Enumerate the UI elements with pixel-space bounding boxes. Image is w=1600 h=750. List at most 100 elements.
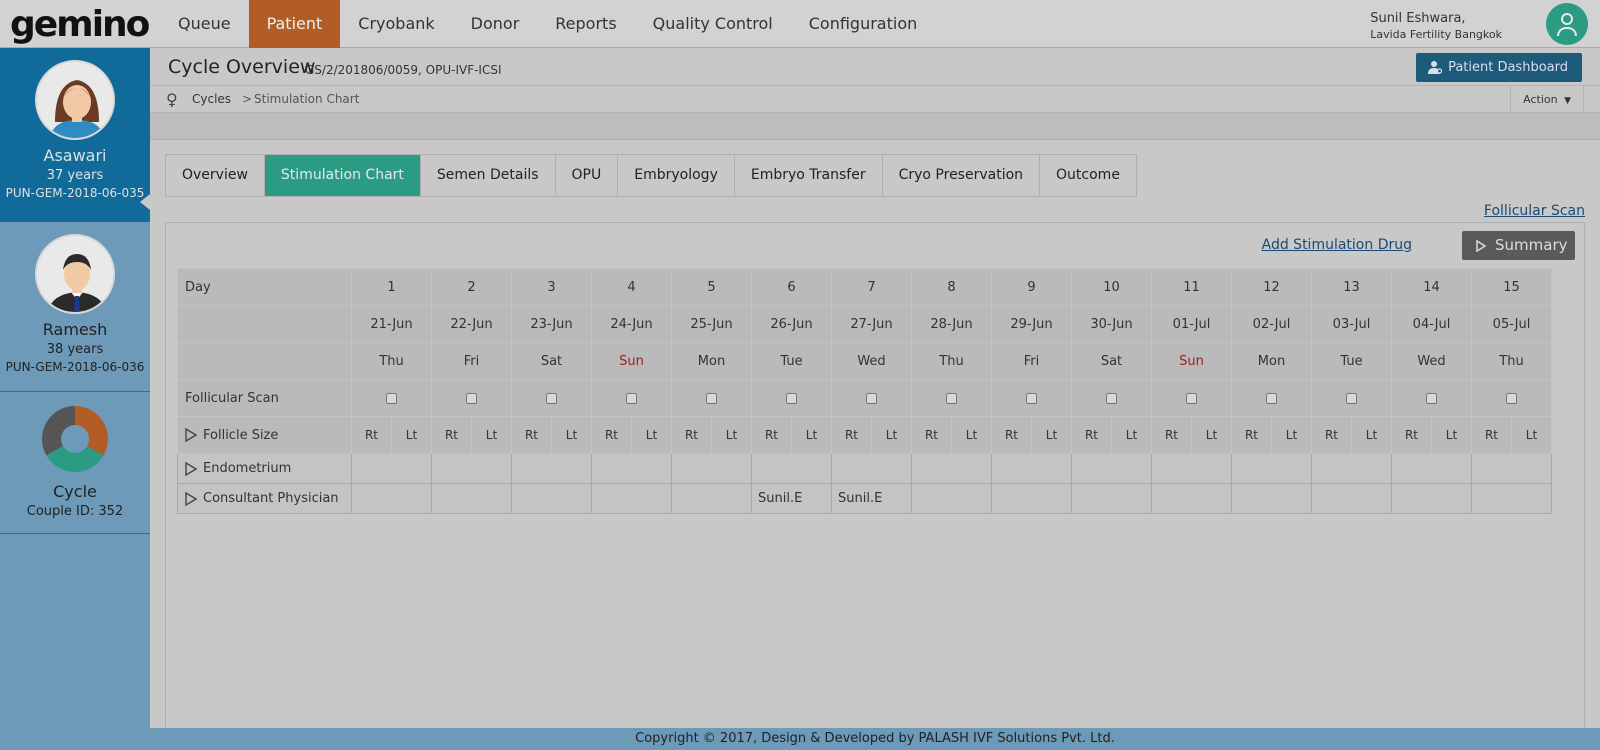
consultant-cell[interactable]: [511, 483, 592, 514]
consultant-cell[interactable]: [1391, 483, 1472, 514]
user-name: Sunil Eshwara,: [1370, 11, 1466, 26]
rt-header: Rt: [1231, 416, 1272, 454]
user-info[interactable]: Sunil Eshwara, Lavida Fertility Bangkok: [1370, 11, 1502, 41]
follicular-scan-checkbox[interactable]: [626, 392, 637, 404]
nav-item-donor[interactable]: Donor: [453, 0, 538, 48]
follicular-scan-checkbox[interactable]: [466, 392, 477, 404]
follicular-scan-checkbox[interactable]: [706, 392, 717, 404]
follicular-scan-checkbox[interactable]: [946, 392, 957, 404]
expand-icon[interactable]: [185, 491, 197, 506]
consultant-cell[interactable]: [671, 483, 752, 514]
female-patient-card[interactable]: Asawari 37 years PUN-GEM-2018-06-035: [0, 48, 150, 222]
endometrium-cell[interactable]: [591, 453, 672, 484]
day-weekday: Wed: [831, 342, 912, 380]
day-date: 23-Jun: [511, 305, 592, 343]
app-logo[interactable]: gemino: [10, 4, 150, 45]
endometrium-cell[interactable]: [1391, 453, 1472, 484]
nav-item-patient[interactable]: Patient: [248, 0, 341, 48]
consultant-cell[interactable]: Sunil.E: [751, 483, 832, 514]
summary-button[interactable]: Summary: [1462, 231, 1575, 260]
day-date: 05-Jul: [1471, 305, 1552, 343]
endometrium-cell[interactable]: [1311, 453, 1392, 484]
male-patient-card[interactable]: Ramesh 38 years PUN-GEM-2018-06-036: [0, 222, 150, 392]
endometrium-cell[interactable]: [991, 453, 1072, 484]
follicular-scan-checkbox[interactable]: [1106, 392, 1117, 404]
nav-item-configuration[interactable]: Configuration: [791, 0, 936, 48]
rt-header: Rt: [831, 416, 872, 454]
day-number: 13: [1311, 268, 1392, 306]
add-stimulation-drug-link[interactable]: Add Stimulation Drug: [1262, 237, 1412, 253]
rt-header: Rt: [1151, 416, 1192, 454]
endometrium-cell[interactable]: [511, 453, 592, 484]
expand-icon[interactable]: [185, 461, 197, 476]
expand-icon[interactable]: [185, 428, 197, 442]
day-number: 12: [1231, 268, 1312, 306]
endometrium-cell[interactable]: [671, 453, 752, 484]
tab-stimulation-chart[interactable]: Stimulation Chart: [264, 155, 421, 196]
day-date: 25-Jun: [671, 305, 752, 343]
consultant-cell[interactable]: [1071, 483, 1152, 514]
follicular-scan-cell: [431, 379, 512, 417]
day-date: 03-Jul: [1311, 305, 1392, 343]
consultant-cell[interactable]: [351, 483, 432, 514]
endometrium-cell[interactable]: [911, 453, 992, 484]
toolbar-band: [150, 113, 1600, 140]
endometrium-cell[interactable]: [431, 453, 512, 484]
consultant-label: Consultant Physician: [203, 491, 339, 506]
endometrium-cell[interactable]: [1471, 453, 1552, 484]
follicular-scan-checkbox[interactable]: [866, 392, 877, 404]
follicular-scan-checkbox[interactable]: [1426, 392, 1437, 404]
follicular-scan-link[interactable]: Follicular Scan: [1484, 203, 1585, 219]
day-date: 29-Jun: [991, 305, 1072, 343]
follicular-scan-cell: [1151, 379, 1232, 417]
tab-semen-details[interactable]: Semen Details: [420, 155, 556, 196]
tab-opu[interactable]: OPU: [555, 155, 619, 196]
cycle-card[interactable]: Cycle Couple ID: 352: [0, 392, 150, 534]
tab-overview[interactable]: Overview: [166, 155, 265, 196]
follicular-scan-checkbox[interactable]: [1186, 392, 1197, 404]
tab-embryology[interactable]: Embryology: [618, 155, 735, 196]
breadcrumb-cycles[interactable]: Cycles: [192, 92, 231, 106]
endometrium-cell[interactable]: [1231, 453, 1312, 484]
consultant-cell[interactable]: [1151, 483, 1232, 514]
day-date: 27-Jun: [831, 305, 912, 343]
consultant-cell[interactable]: [1231, 483, 1312, 514]
endometrium-cell[interactable]: [351, 453, 432, 484]
consultant-cell[interactable]: [1311, 483, 1392, 514]
day-number: 11: [1151, 268, 1232, 306]
follicular-scan-checkbox[interactable]: [1346, 392, 1357, 404]
tab-embryo-transfer[interactable]: Embryo Transfer: [734, 155, 883, 196]
nav-item-quality-control[interactable]: Quality Control: [635, 0, 791, 48]
tab-cryo-preservation[interactable]: Cryo Preservation: [882, 155, 1041, 196]
consultant-cell[interactable]: [591, 483, 672, 514]
consultant-cell[interactable]: [1471, 483, 1552, 514]
rt-header: Rt: [1471, 416, 1512, 454]
follicular-scan-checkbox[interactable]: [1506, 392, 1517, 404]
consultant-cell[interactable]: [431, 483, 512, 514]
consultant-cell[interactable]: [911, 483, 992, 514]
endometrium-cell[interactable]: [831, 453, 912, 484]
female-age: 37 years: [46, 168, 104, 183]
day-date: 22-Jun: [431, 305, 512, 343]
consultant-cell[interactable]: [991, 483, 1072, 514]
user-avatar-icon[interactable]: [1546, 3, 1588, 45]
endometrium-cell[interactable]: [751, 453, 832, 484]
action-dropdown[interactable]: Action ▼: [1510, 86, 1584, 113]
follicular-scan-cell: [1071, 379, 1152, 417]
endometrium-cell[interactable]: [1151, 453, 1232, 484]
day-weekday: Tue: [1311, 342, 1392, 380]
follicular-scan-checkbox[interactable]: [386, 392, 397, 404]
endometrium-cell[interactable]: [1071, 453, 1152, 484]
tab-outcome[interactable]: Outcome: [1040, 155, 1136, 196]
follicular-scan-checkbox[interactable]: [1266, 392, 1277, 404]
follicular-scan-checkbox[interactable]: [546, 392, 557, 404]
nav-item-reports[interactable]: Reports: [537, 0, 634, 48]
consultant-cell[interactable]: Sunil.E: [831, 483, 912, 514]
nav-item-cryobank[interactable]: Cryobank: [340, 0, 452, 48]
day-number: 14: [1391, 268, 1472, 306]
patient-dashboard-button[interactable]: Patient Dashboard: [1416, 53, 1582, 82]
cycle-tabs: Overview Stimulation Chart Semen Details OP…: [165, 154, 1137, 197]
follicular-scan-checkbox[interactable]: [786, 392, 797, 404]
follicular-scan-checkbox[interactable]: [1026, 392, 1037, 404]
nav-item-queue[interactable]: Queue: [160, 0, 249, 48]
